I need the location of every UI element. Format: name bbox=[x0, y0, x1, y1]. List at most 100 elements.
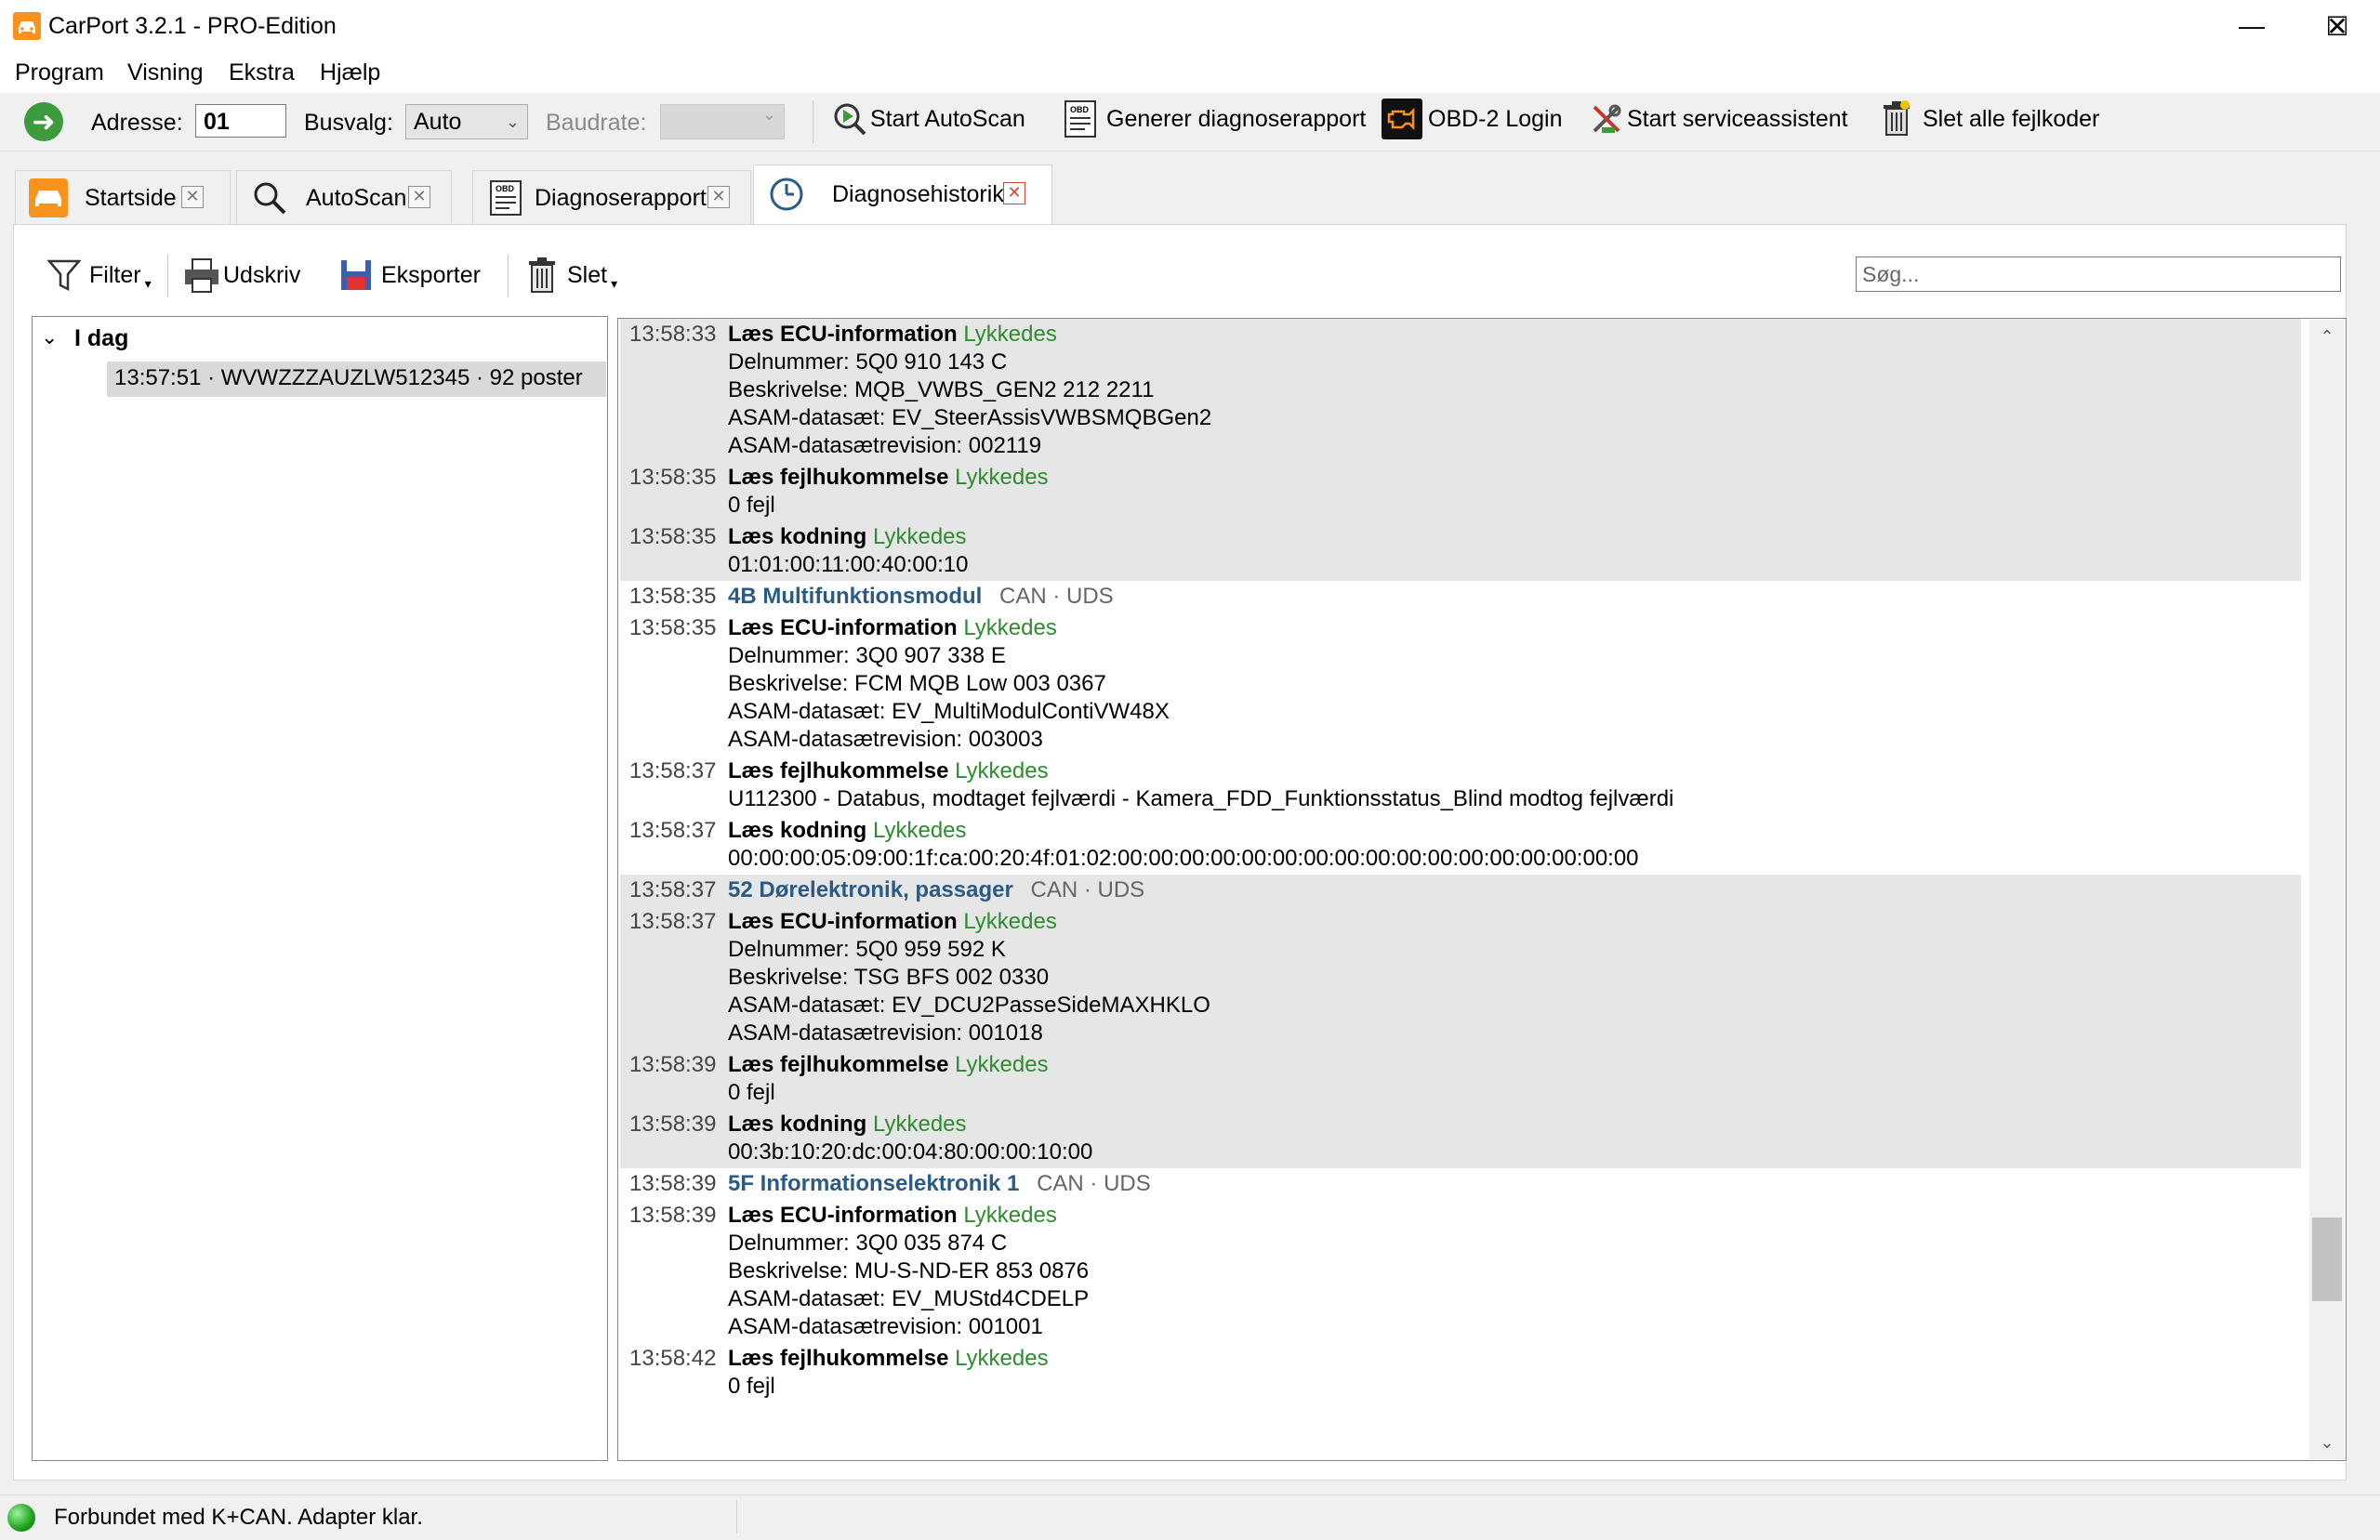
toolbar-separator bbox=[167, 255, 168, 297]
start-autoscan-button[interactable]: Start AutoScan bbox=[829, 99, 1025, 139]
scroll-up-icon[interactable]: ⌃ bbox=[2309, 320, 2345, 353]
log-detail-line: ASAM-datasæt: EV_SteerAssisVWBSMQBGen2 bbox=[728, 405, 1212, 430]
log-time: 13:58:35 bbox=[629, 524, 717, 549]
clock-icon bbox=[767, 175, 806, 214]
log-status: Lykkedes bbox=[873, 524, 967, 549]
menu-ekstra[interactable]: Ekstra bbox=[229, 58, 295, 87]
title-bar bbox=[0, 0, 2380, 52]
log-time: 13:58:39 bbox=[629, 1112, 717, 1137]
log-operation: Læs kodning bbox=[728, 524, 867, 549]
log-module-row: 13:58:37 52 Dørelektronik, passager CAN ·… bbox=[620, 875, 2301, 906]
log-header: Læs kodning Lykkedes bbox=[728, 523, 2301, 551]
log-detail-line: U112300 - Databus, modtaget fejlværdi - … bbox=[728, 786, 1674, 811]
tab-diagnosehistorik[interactable]: Diagnosehistorik ✕ bbox=[753, 165, 1052, 225]
engine-warning-icon bbox=[1382, 99, 1422, 139]
delete-label: Slet bbox=[567, 262, 608, 288]
log-operation: Læs ECU-information bbox=[728, 322, 958, 347]
bus-select-value: Auto bbox=[414, 109, 462, 135]
log-header: Læs ECU-information Lykkedes bbox=[728, 614, 2301, 642]
tree-group-today[interactable]: I dag bbox=[74, 323, 128, 353]
log-detail-line: Delnummer: 5Q0 910 143 C bbox=[728, 349, 1008, 375]
search-input[interactable]: Søg... bbox=[1856, 257, 2341, 292]
log-detail-line: 00:00:00:05:09:00:1f:ca:00:20:4f:01:02:0… bbox=[728, 846, 1639, 871]
generate-report-button[interactable]: OBD Generer diagnoserapport bbox=[1060, 99, 1366, 139]
log-entry-row: 13:58:39 Læs kodning Lykkedes 00:3b:10:20:… bbox=[620, 1109, 2301, 1168]
close-icon[interactable]: ✕ bbox=[181, 186, 204, 208]
chevron-down-icon: ⌄ bbox=[505, 112, 520, 131]
close-icon[interactable]: ✕ bbox=[707, 186, 730, 208]
search-icon bbox=[250, 178, 289, 217]
status-separator bbox=[736, 1500, 737, 1533]
close-icon[interactable]: ✕ bbox=[1003, 182, 1025, 204]
obd-login-button[interactable]: OBD-2 Login bbox=[1382, 99, 1563, 139]
obd-report-icon: OBD bbox=[1060, 99, 1101, 139]
trash-icon bbox=[522, 256, 562, 295]
log-time: 13:58:35 bbox=[629, 615, 717, 640]
scrollbar-thumb[interactable] bbox=[2312, 1218, 2342, 1301]
log-operation: Læs fejlhukommelse bbox=[728, 1346, 949, 1371]
caret-down-icon: ▾ bbox=[611, 275, 618, 291]
toolbar-separator bbox=[508, 255, 509, 297]
log-time: 13:58:37 bbox=[629, 758, 717, 783]
log-operation: Læs fejlhukommelse bbox=[728, 465, 949, 490]
log-detail-line: 0 fejl bbox=[728, 1374, 775, 1399]
log-detail-line: 0 fejl bbox=[728, 1080, 775, 1105]
tab-autoscan[interactable]: AutoScan ✕ bbox=[236, 170, 452, 224]
print-button[interactable]: Udskriv bbox=[182, 249, 300, 301]
scan-play-icon bbox=[829, 99, 870, 139]
log-detail-line: 0 fejl bbox=[728, 493, 775, 518]
menu-program[interactable]: Program bbox=[15, 58, 104, 87]
menu-visning[interactable]: Visning bbox=[127, 58, 204, 87]
delete-button[interactable]: Slet ▾ bbox=[522, 249, 617, 301]
start-service-button[interactable]: Start serviceassistent bbox=[1586, 99, 1848, 139]
tab-startside[interactable]: Startside ✕ bbox=[15, 170, 231, 224]
address-label: Adresse: bbox=[91, 110, 183, 136]
log-detail-line: Delnummer: 3Q0 907 338 E bbox=[728, 643, 1006, 668]
clear-all-codes-button[interactable]: Slet alle fejlkoder bbox=[1876, 99, 2099, 139]
print-label: Udskriv bbox=[223, 262, 301, 288]
close-button[interactable]: ✕ bbox=[2294, 0, 2380, 52]
minimize-button[interactable]: — bbox=[2209, 0, 2294, 52]
go-arrow-icon[interactable]: ➜ bbox=[24, 102, 63, 141]
log-entry-row: 13:58:42 Læs fejlhukommelse Lykkedes 0 fej… bbox=[620, 1343, 2301, 1402]
log-header: Læs ECU-information Lykkedes bbox=[728, 321, 2301, 349]
tab-diagnosehistorik-label: Diagnosehistorik bbox=[832, 181, 1004, 207]
log-operation: Læs fejlhukommelse bbox=[728, 1052, 949, 1077]
log-header: 52 Dørelektronik, passager CAN · UDS bbox=[728, 876, 2301, 904]
history-log: 13:58:33 Læs ECU-information Lykkedes Deln… bbox=[617, 318, 2347, 1461]
tree-session-entry[interactable]: 13:57:51 · WVWZZZAUZLW512345 · 92 poster bbox=[107, 362, 606, 397]
car-icon bbox=[29, 178, 68, 217]
log-detail-line: ASAM-datasætrevision: 003003 bbox=[728, 727, 1043, 752]
log-detail-line: Beskrivelse: MQB_VWBS_GEN2 212 2211 bbox=[728, 377, 1155, 402]
log-header: Læs ECU-information Lykkedes bbox=[728, 908, 2301, 936]
trash-icon bbox=[1876, 99, 1917, 139]
log-entry-row: 13:58:39 Læs ECU-information Lykkedes Deln… bbox=[620, 1200, 2301, 1343]
log-time: 13:58:37 bbox=[629, 818, 717, 843]
log-status: Lykkedes bbox=[955, 1052, 1049, 1077]
tab-diagnoserapport[interactable]: OBD Diagnoserapport ✕ bbox=[472, 170, 751, 224]
close-icon[interactable]: ✕ bbox=[408, 186, 430, 208]
log-detail-line: ASAM-datasætrevision: 002119 bbox=[728, 433, 1042, 458]
log-detail-line: ASAM-datasæt: EV_MUStd4CDELP bbox=[728, 1286, 1090, 1311]
log-module-row: 13:58:39 5F Informationselektronik 1 CAN … bbox=[620, 1168, 2301, 1200]
log-module-name: 5F Informationselektronik 1 bbox=[728, 1171, 1020, 1196]
log-detail-line: ASAM-datasæt: EV_MultiModulContiVW48X bbox=[728, 699, 1170, 724]
chevron-down-icon[interactable]: ⌄ bbox=[41, 325, 58, 349]
log-detail-line: ASAM-datasætrevision: 001018 bbox=[728, 1020, 1043, 1046]
log-detail-line: ASAM-datasæt: EV_DCU2PasseSideMAXHKLO bbox=[728, 993, 1210, 1018]
log-module-row: 13:58:35 4B Multifunktionsmodul CAN · UDS bbox=[620, 581, 2301, 612]
scroll-down-icon[interactable]: ⌄ bbox=[2309, 1426, 2345, 1459]
log-status: Lykkedes bbox=[963, 1203, 1057, 1228]
log-operation: Læs kodning bbox=[728, 818, 867, 843]
svg-text:OBD: OBD bbox=[496, 184, 515, 193]
bus-select[interactable]: Auto ⌄ bbox=[405, 104, 528, 139]
status-text: Forbundet med K+CAN. Adapter klar. bbox=[54, 1505, 423, 1530]
menu-hjaelp[interactable]: Hjælp bbox=[320, 58, 380, 87]
log-status: Lykkedes bbox=[963, 615, 1057, 640]
address-input[interactable]: 01 bbox=[195, 104, 286, 138]
export-button[interactable]: Eksporter bbox=[337, 249, 481, 301]
export-label: Eksporter bbox=[381, 262, 481, 288]
log-protocol: CAN · UDS bbox=[1030, 877, 1145, 902]
tab-autoscan-label: AutoScan bbox=[306, 185, 407, 211]
filter-button[interactable]: Filter ▾ bbox=[45, 249, 152, 301]
